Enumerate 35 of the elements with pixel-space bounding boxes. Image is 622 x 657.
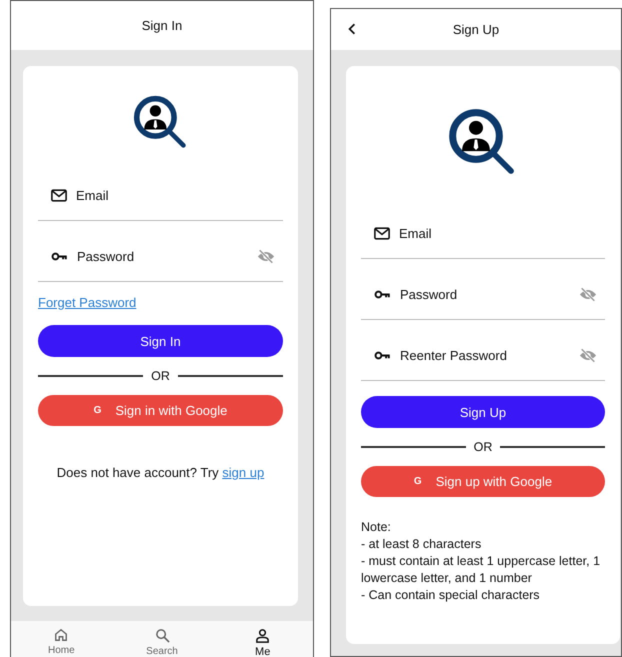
screen-title: Sign Up (452, 22, 500, 37)
input-field[interactable]: Email (399, 226, 597, 240)
google-button[interactable]: G Sign in with Google (38, 395, 283, 426)
key-icon (374, 290, 391, 298)
search-icon (154, 628, 170, 643)
mail-icon (51, 188, 67, 202)
eye-off-icon[interactable] (579, 348, 597, 362)
nav-item[interactable]: Home (11, 621, 112, 657)
or-divider-text: OR (472, 440, 494, 454)
signup-prompt: Does not have account? Try sign up (56, 464, 266, 482)
input-field[interactable]: Password (77, 248, 257, 264)
note-text: - Can contain special characters (361, 587, 541, 604)
screen-title: Sign In (142, 18, 182, 33)
key-icon (51, 252, 68, 260)
person-icon (255, 628, 270, 643)
note-text: - at least 8 characters (361, 536, 482, 553)
note-title: Note: (361, 519, 392, 536)
key-icon (374, 350, 391, 360)
note-text: - must contain at least 1 uppercase letter, 1 lowercase letter, and 1 number (361, 553, 602, 587)
google-button[interactable]: G Sign up with Google (361, 466, 605, 497)
input-field[interactable]: Email (76, 188, 275, 202)
or-divider-text: OR (150, 369, 171, 383)
nav-item[interactable]: Me (212, 621, 314, 657)
mail-icon (374, 226, 390, 240)
back-icon[interactable] (348, 23, 356, 35)
input-field[interactable]: Reenter Password (400, 348, 579, 362)
forgot-password-link[interactable]: Forget Password (38, 295, 136, 311)
eye-off-icon[interactable] (257, 248, 275, 264)
input-field[interactable]: Password (400, 286, 579, 302)
nav-item[interactable]: Search (112, 621, 212, 657)
primary-button[interactable]: Sign In (38, 325, 283, 357)
sign-up-link[interactable]: sign up (222, 465, 264, 480)
eye-off-icon[interactable] (579, 286, 597, 302)
primary-button[interactable]: Sign Up (361, 396, 605, 428)
home-icon (54, 628, 68, 642)
